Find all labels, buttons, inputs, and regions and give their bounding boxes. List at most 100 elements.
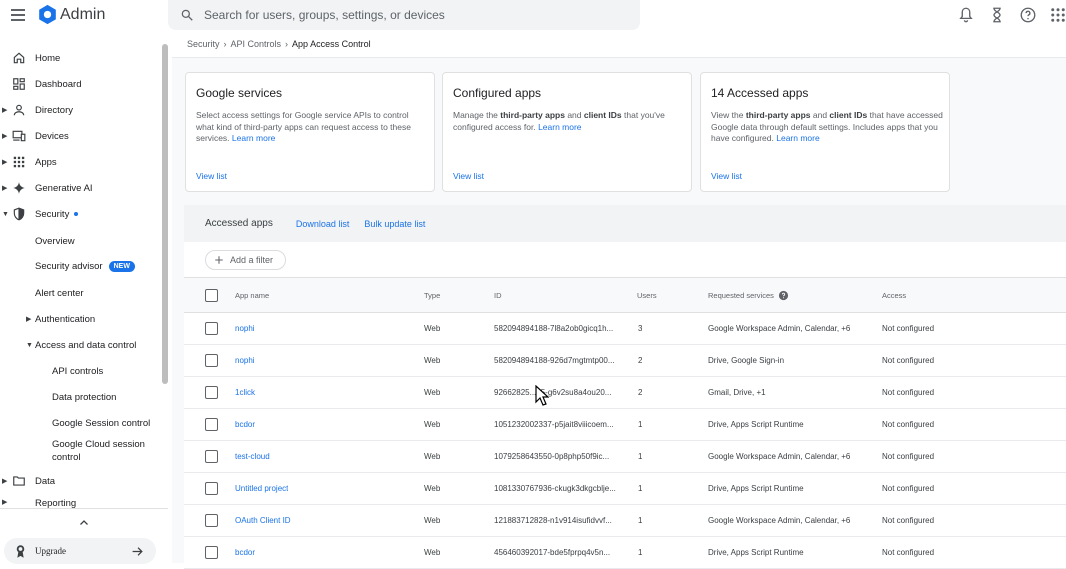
app-users: 1	[638, 484, 643, 493]
table-row[interactable]: OAuth Client ID Web 121883712828-n1v914isu…	[184, 505, 1066, 537]
sidebar-item-overview[interactable]: Overview	[0, 228, 160, 254]
breadcrumb-security[interactable]: Security	[187, 39, 220, 49]
help-icon[interactable]	[778, 290, 789, 301]
sidebar-item-alert-center[interactable]: Alert center	[0, 280, 160, 306]
table-row[interactable]: bcdor Web 456460392017-bde5fprpq4v5n... 1 Dr…	[184, 537, 1066, 569]
breadcrumb-api-controls[interactable]: API Controls	[231, 39, 282, 49]
admin-logo-icon	[39, 4, 56, 25]
sidebar-item-apps[interactable]: ▶ Apps	[0, 149, 160, 175]
expand-caret-icon: ▶	[2, 478, 8, 485]
app-type: Web	[424, 420, 441, 429]
upgrade-badge-icon	[16, 544, 25, 558]
sidebar-item-google-cloud-session-control[interactable]: Google Cloud session control	[0, 438, 160, 468]
row-checkbox[interactable]	[205, 482, 218, 495]
card-description: Select access settings for Google servic…	[196, 110, 411, 143]
column-header-type[interactable]: Type	[424, 278, 440, 312]
app-id: 582094894188-926d7mgtmtp00...	[494, 356, 615, 365]
app-name-link[interactable]: test-cloud	[235, 441, 270, 472]
table-row[interactable]: nophi Web 582094894188-7l8a2ob0gicq1h... 3 G…	[184, 313, 1066, 345]
sidebar-item-security-advisor[interactable]: Security advisor NEW	[0, 254, 160, 280]
breadcrumb-current: App Access Control	[292, 38, 371, 49]
active-dot	[74, 211, 79, 216]
app-id: 1081330767936-ckugk3dkgcblje...	[494, 484, 616, 493]
app-name-link[interactable]: OAuth Client ID	[235, 505, 291, 536]
column-header-users[interactable]: Users	[637, 278, 657, 312]
app-type: Web	[424, 324, 441, 333]
card-title: Configured apps	[453, 86, 542, 100]
app-name-link[interactable]: 1click	[235, 377, 255, 408]
folder-icon	[13, 476, 25, 486]
expand-caret-icon: ▶	[2, 159, 8, 166]
row-checkbox[interactable]	[205, 418, 218, 431]
table-row[interactable]: 1click Web 92662825...05-g6v2su8a4ou20... 2…	[184, 377, 1066, 409]
app-requested-services: Drive, Google Sign-in	[708, 356, 785, 365]
app-access-status: Not configured	[882, 452, 935, 461]
view-list-link[interactable]: View list	[196, 171, 227, 181]
tasks-hourglass-icon[interactable]	[988, 6, 1006, 24]
filter-bar: Add a filter	[184, 242, 1066, 278]
learn-more-link[interactable]: Learn more	[232, 133, 275, 143]
card-description: Manage the third-party apps and client I…	[453, 110, 665, 132]
column-header-id[interactable]: ID	[494, 278, 502, 312]
learn-more-link[interactable]: Learn more	[776, 133, 819, 143]
row-checkbox[interactable]	[205, 546, 218, 559]
learn-more-link[interactable]: Learn more	[538, 122, 581, 132]
view-list-link[interactable]: View list	[453, 171, 484, 181]
help-icon[interactable]	[1019, 6, 1037, 24]
sidebar-item-directory[interactable]: ▶ Directory	[0, 97, 160, 123]
table-row[interactable]: nophi Web 582094894188-926d7mgtmtp00... 2 Dr…	[184, 345, 1066, 377]
card-title: 14 Accessed apps	[711, 86, 809, 100]
column-header-access[interactable]: Access	[882, 278, 906, 312]
app-requested-services: Google Workspace Admin, Calendar, +6	[708, 452, 851, 461]
sidebar-item-authentication[interactable]: ▶ Authentication	[0, 306, 160, 332]
apps-grid-icon[interactable]	[1049, 6, 1066, 24]
card-accessed-apps: 14 Accessed apps View the third-party ap…	[700, 72, 950, 192]
new-badge: NEW	[108, 261, 135, 273]
sidebar-item-security[interactable]: ▼ Security	[0, 201, 160, 227]
search-input[interactable]	[204, 8, 604, 22]
notifications-icon[interactable]	[957, 6, 975, 24]
bulk-update-list-link[interactable]: Bulk update list	[364, 219, 425, 229]
sidebar-item-data[interactable]: ▶ Data	[0, 468, 160, 494]
sidebar-item-generative-ai[interactable]: ▶ Generative AI	[0, 175, 160, 201]
main-menu-icon[interactable]	[8, 5, 28, 25]
row-checkbox[interactable]	[205, 386, 218, 399]
sidebar-item-devices[interactable]: ▶ Devices	[0, 123, 160, 149]
row-checkbox[interactable]	[205, 322, 218, 335]
app-name-link[interactable]: Untitled project	[235, 473, 288, 504]
expand-caret-icon: ▶	[2, 185, 8, 192]
sidebar-item-data-protection[interactable]: Data protection	[0, 384, 160, 410]
app-name-link[interactable]: bcdor	[235, 537, 255, 568]
add-filter-button[interactable]: Add a filter	[205, 250, 286, 270]
view-list-link[interactable]: View list	[711, 171, 742, 181]
app-name-link[interactable]: nophi	[235, 313, 255, 344]
collapse-sidebar-button[interactable]	[0, 508, 168, 536]
row-checkbox[interactable]	[205, 450, 218, 463]
app-name-link[interactable]: nophi	[235, 345, 255, 376]
sidebar-item-api-controls[interactable]: API controls	[0, 358, 160, 384]
search-bar[interactable]	[168, 0, 640, 30]
collapse-caret-icon: ▼	[2, 210, 9, 218]
app-brand[interactable]: Admin	[60, 6, 105, 24]
upgrade-button[interactable]: Upgrade	[4, 538, 156, 564]
row-checkbox[interactable]	[205, 514, 218, 527]
expand-caret-icon: ▶	[2, 107, 8, 114]
table-row[interactable]: test-cloud Web 1079258643550-0p8php50f9ic.…	[184, 441, 1066, 473]
sidebar-item-dashboard[interactable]: Dashboard	[0, 71, 160, 97]
app-users: 1	[638, 452, 643, 461]
sidebar-item-home[interactable]: Home	[0, 45, 160, 71]
sidebar-item-access-data-control[interactable]: ▼ Access and data control	[0, 332, 160, 358]
table-row[interactable]: bcdor Web 1051232002337-p5jait8viiicoem...…	[184, 409, 1066, 441]
column-header-app-name[interactable]: App name	[235, 278, 269, 312]
select-all-checkbox[interactable]	[205, 288, 218, 302]
sidebar-item-google-session-control[interactable]: Google Session control	[0, 410, 160, 436]
row-checkbox[interactable]	[205, 354, 218, 367]
download-list-link[interactable]: Download list	[296, 219, 350, 229]
sidebar-scrollbar[interactable]	[162, 44, 168, 384]
mouse-cursor-icon	[535, 385, 549, 406]
column-header-requested-services[interactable]: Requested services	[708, 278, 789, 312]
chevron-up-icon	[80, 519, 88, 525]
app-name-link[interactable]: bcdor	[235, 409, 255, 440]
sidebar-item-reporting[interactable]: ▶ Reporting	[0, 498, 160, 508]
table-row[interactable]: Untitled project Web 1081330767936-ckugk3d…	[184, 473, 1066, 505]
